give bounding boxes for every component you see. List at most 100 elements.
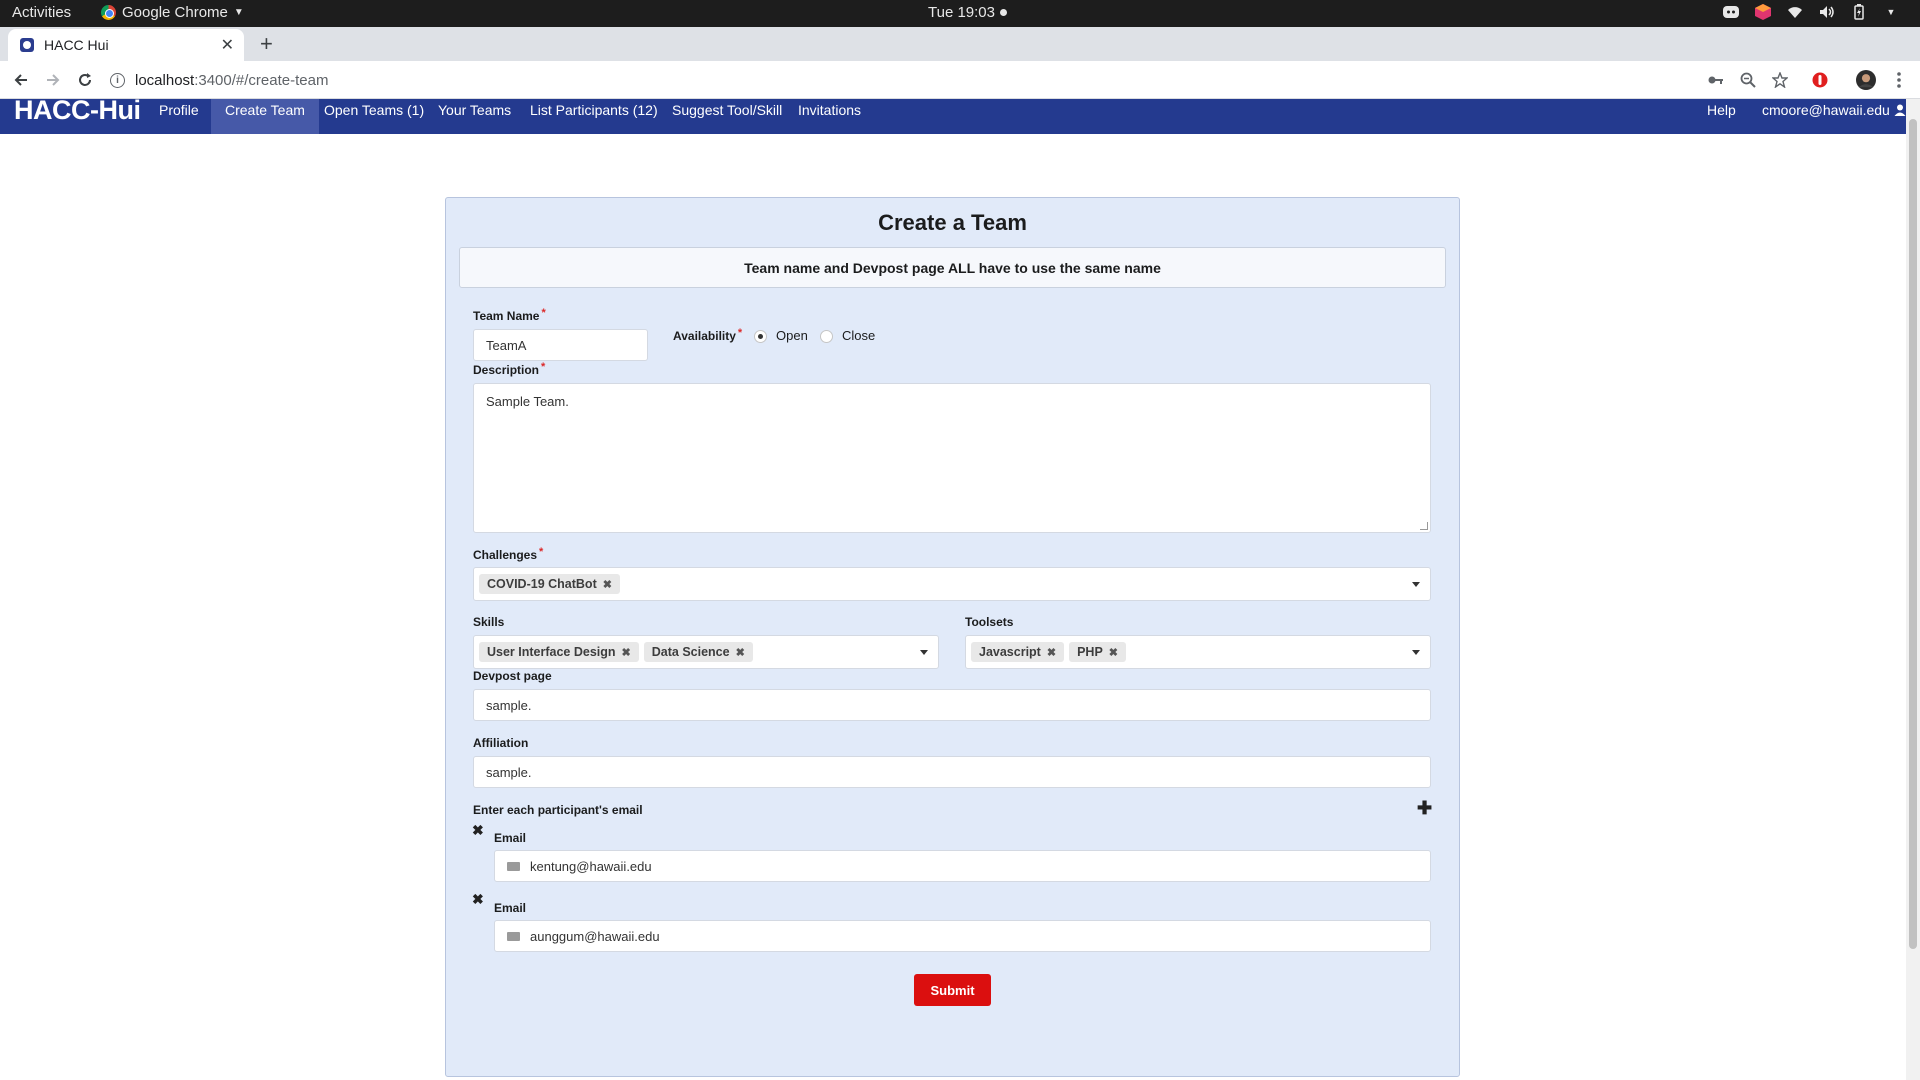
toolset-chip: Javascript ✖ <box>971 642 1065 662</box>
site-info-icon[interactable]: i <box>110 72 125 88</box>
required-marker-icon: * <box>541 307 546 319</box>
skills-select[interactable]: User Interface Design ✖ Data Science ✖ <box>473 635 939 669</box>
envelope-icon <box>507 931 520 941</box>
nav-item-profile[interactable]: Profile <box>145 99 213 134</box>
app-navbar: HACC-Hui Profile Create Team Open Teams … <box>0 95 1906 134</box>
availability-close-label[interactable]: Close <box>842 328 875 343</box>
remove-chip-icon[interactable]: ✖ <box>1047 646 1056 659</box>
nav-item-open-teams[interactable]: Open Teams (1) <box>310 99 438 134</box>
chrome-menu-icon[interactable] <box>1889 70 1909 90</box>
extension-icon[interactable] <box>1810 70 1830 90</box>
forward-icon[interactable] <box>41 68 65 92</box>
dropdown-caret-icon[interactable] <box>1412 650 1420 655</box>
chrome-icon <box>101 5 116 20</box>
clock[interactable]: Tue 19:03 <box>928 4 1007 21</box>
notification-dot-icon <box>1000 9 1007 16</box>
scrollbar-thumb[interactable] <box>1909 119 1917 949</box>
remove-participant-icon[interactable]: ✖ <box>472 891 484 908</box>
wifi-icon[interactable] <box>1786 3 1804 21</box>
nav-item-suggest-tool-skill[interactable]: Suggest Tool/Skill <box>658 99 796 134</box>
url-host: localhost <box>135 71 195 89</box>
availability-open-label[interactable]: Open <box>776 328 808 343</box>
key-icon[interactable] <box>1706 70 1726 90</box>
new-tab-icon[interactable]: + <box>260 31 273 57</box>
nav-item-list-participants[interactable]: List Participants (12) <box>516 99 672 134</box>
dropdown-arrow-icon: ▼ <box>233 7 244 18</box>
volume-icon[interactable] <box>1818 3 1836 21</box>
remove-chip-icon[interactable]: ✖ <box>736 646 745 659</box>
nav-item-your-teams[interactable]: Your Teams <box>424 99 525 134</box>
url-path: :3400/#/create-team <box>194 71 329 89</box>
challenges-select[interactable]: COVID-19 ChatBot ✖ <box>473 567 1431 601</box>
team-name-label: Team Name * <box>473 307 546 323</box>
name-notice: Team name and Devpost page ALL have to u… <box>459 247 1446 288</box>
discord-icon[interactable] <box>1722 3 1740 21</box>
close-tab-icon[interactable]: ✕ <box>221 35 234 55</box>
availability-open-radio[interactable] <box>754 330 767 343</box>
description-textarea[interactable]: Sample Team. <box>473 383 1431 533</box>
dropdown-caret-icon[interactable] <box>1412 582 1420 587</box>
toolsets-label: Toolsets <box>965 615 1014 629</box>
availability-label: Availability * <box>673 327 743 343</box>
back-icon[interactable] <box>9 68 33 92</box>
remove-participant-icon[interactable]: ✖ <box>472 822 484 839</box>
skills-label: Skills <box>473 615 505 629</box>
brand-logo[interactable]: HACC-Hui <box>14 95 141 126</box>
required-marker-icon: * <box>737 327 743 339</box>
form-title: Create a Team <box>878 210 1027 235</box>
challenge-chip: COVID-19 ChatBot ✖ <box>479 574 620 594</box>
system-tray[interactable]: ▼ <box>1722 3 1900 21</box>
participants-label: Enter each participant's email <box>473 803 643 817</box>
affiliation-input[interactable]: sample. <box>473 756 1431 788</box>
dropdown-caret-icon[interactable] <box>920 650 928 655</box>
app-indicator-icon[interactable] <box>1754 3 1772 21</box>
user-icon <box>1894 104 1906 116</box>
remove-chip-icon[interactable]: ✖ <box>1109 646 1118 659</box>
email-label: Email <box>494 831 527 845</box>
devpost-input[interactable]: sample. <box>473 689 1431 721</box>
remove-chip-icon[interactable]: ✖ <box>603 578 612 591</box>
app-name: Google Chrome <box>122 4 228 21</box>
resize-handle-icon[interactable] <box>1420 522 1428 530</box>
browser-toolbar: i localhost:3400/#/create-team <box>0 61 1920 99</box>
affiliation-label: Affiliation <box>473 736 529 750</box>
user-menu[interactable]: cmoore@hawaii.edu <box>1762 102 1906 118</box>
nav-item-invitations[interactable]: Invitations <box>784 99 875 134</box>
app-menu[interactable]: Google Chrome ▼ <box>101 4 244 21</box>
required-marker-icon: * <box>541 361 546 373</box>
page-scrollbar[interactable] <box>1906 99 1920 1080</box>
clock-text: Tue 19:03 <box>928 4 995 21</box>
description-text: Sample Team. <box>486 394 569 409</box>
description-label: Description * <box>473 361 546 377</box>
zoom-icon[interactable] <box>1738 70 1758 90</box>
activities-button[interactable]: Activities <box>12 4 71 21</box>
devpost-label: Devpost page <box>473 669 552 683</box>
create-team-form: Create a Team Team name and Devpost page… <box>445 197 1460 1077</box>
os-top-bar: Activities Google Chrome ▼ Tue 19:03 ▼ <box>0 0 1920 27</box>
availability-close-radio[interactable] <box>820 330 833 343</box>
bookmark-star-icon[interactable] <box>1770 70 1790 90</box>
team-name-input[interactable]: TeamA <box>473 329 648 361</box>
browser-tab[interactable]: HACC Hui ✕ <box>8 29 244 61</box>
skill-chip: User Interface Design ✖ <box>479 642 639 662</box>
tab-strip: HACC Hui ✕ + <box>0 27 1920 61</box>
submit-button[interactable]: Submit <box>914 974 991 1006</box>
toolsets-select[interactable]: Javascript ✖ PHP ✖ <box>965 635 1431 669</box>
envelope-icon <box>507 861 520 871</box>
user-email: cmoore@hawaii.edu <box>1762 102 1890 118</box>
participant-email-value: kentung@hawaii.edu <box>530 858 652 874</box>
participant-email-value: aunggum@hawaii.edu <box>530 928 660 944</box>
add-participant-icon[interactable]: ✚ <box>1417 798 1432 819</box>
participant-email-input[interactable]: kentung@hawaii.edu <box>494 850 1431 882</box>
power-menu-icon[interactable]: ▼ <box>1882 3 1900 21</box>
remove-chip-icon[interactable]: ✖ <box>622 646 631 659</box>
toolset-chip: PHP ✖ <box>1069 642 1126 662</box>
profile-avatar-icon[interactable] <box>1856 70 1876 90</box>
email-label: Email <box>494 901 527 915</box>
participant-email-input[interactable]: aunggum@hawaii.edu <box>494 920 1431 952</box>
address-bar[interactable]: i localhost:3400/#/create-team <box>110 65 1790 95</box>
nav-item-help[interactable]: Help <box>1707 102 1736 118</box>
nav-item-create-team[interactable]: Create Team <box>211 99 319 134</box>
battery-icon[interactable] <box>1850 3 1868 21</box>
reload-icon[interactable] <box>73 68 97 92</box>
